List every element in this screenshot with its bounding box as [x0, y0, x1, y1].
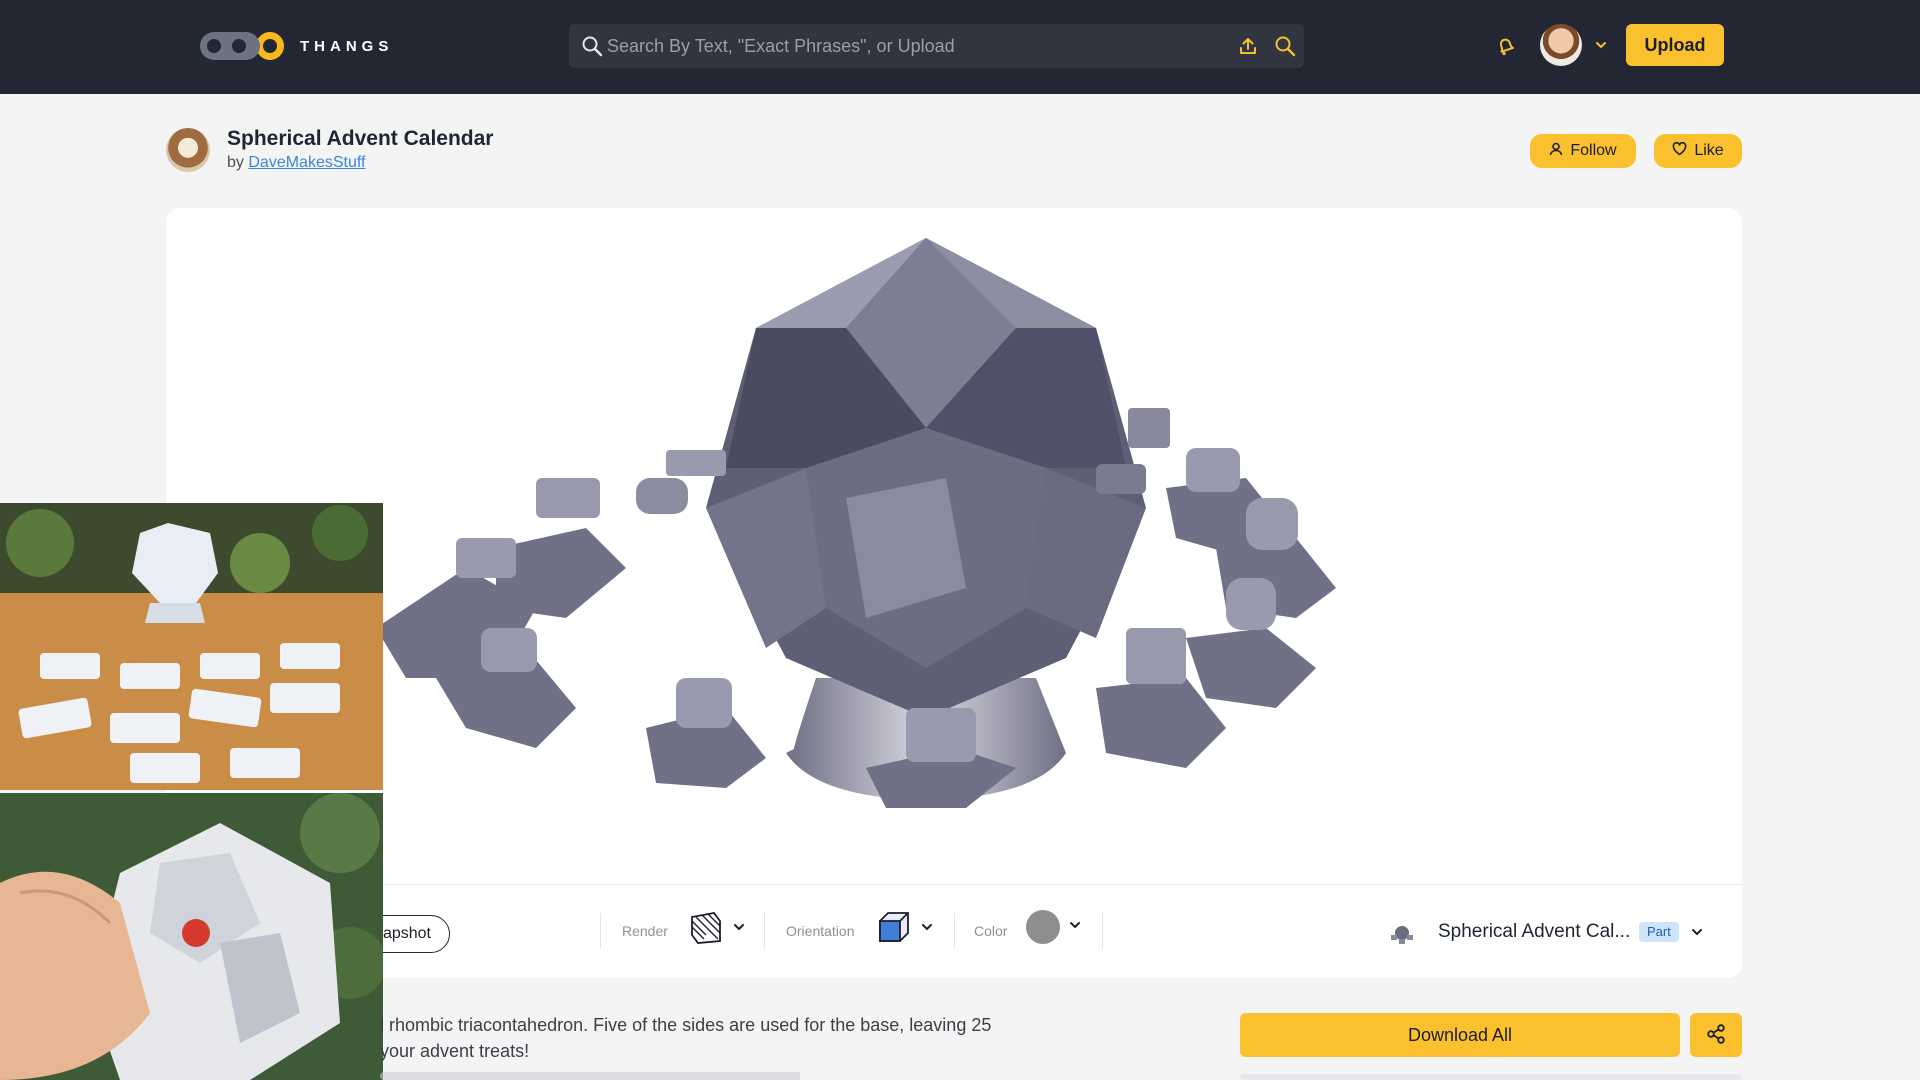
file-list-strip — [1240, 1074, 1742, 1080]
person-icon — [1549, 142, 1563, 161]
toolbar-divider — [764, 913, 765, 949]
render-mode-icon — [688, 909, 724, 950]
toolbar-divider — [1102, 913, 1103, 949]
upload-button[interactable]: Upload — [1626, 24, 1724, 66]
part-name[interactable]: Spherical Advent Cal... — [1438, 921, 1630, 943]
follow-label: Follow — [1570, 142, 1617, 159]
chevron-down-icon[interactable] — [1690, 925, 1704, 944]
like-button[interactable]: Like — [1654, 134, 1742, 168]
cube-icon — [876, 909, 912, 950]
orientation-select[interactable] — [876, 909, 934, 950]
user-avatar[interactable] — [1540, 24, 1582, 66]
description-overflow — [380, 1068, 1100, 1080]
model-title: Spherical Advent Calendar — [227, 127, 494, 150]
description-line: l rhombic triacontahedron. Five of the s… — [380, 1015, 992, 1035]
heart-icon — [1672, 141, 1687, 161]
3d-model-canvas[interactable] — [166, 208, 1742, 884]
thangs-logo[interactable]: THANGS — [200, 30, 393, 62]
model-description: l rhombic triacontahedron. Five of the s… — [380, 1012, 1080, 1064]
creator-avatar[interactable] — [166, 128, 210, 172]
search-icon — [581, 35, 603, 62]
photo-thumbnail[interactable] — [0, 793, 383, 1080]
download-all-button[interactable]: Download All — [1240, 1013, 1680, 1057]
chevron-down-icon — [1068, 918, 1082, 937]
logo-mark — [200, 32, 260, 60]
color-swatch — [1026, 910, 1060, 944]
viewer-toolbar: apshot Render Orientation Color Spherica… — [166, 885, 1742, 978]
chevron-down-icon[interactable] — [1594, 38, 1608, 57]
color-select[interactable] — [1026, 910, 1082, 944]
logo-ring — [256, 32, 284, 60]
part-badge: Part — [1639, 922, 1679, 942]
upload-search-icon[interactable] — [1237, 35, 1259, 62]
chevron-down-icon — [920, 920, 934, 939]
author-link[interactable]: DaveMakesStuff — [248, 154, 365, 171]
share-button[interactable] — [1690, 1013, 1742, 1057]
description-line: your advent treats! — [380, 1041, 530, 1061]
like-label: Like — [1694, 142, 1724, 159]
search-input[interactable] — [607, 24, 1207, 68]
orientation-label: Orientation — [786, 923, 855, 939]
toolbar-divider — [954, 913, 955, 949]
byline: by DaveMakesStuff — [227, 154, 365, 172]
share-icon — [1705, 1023, 1727, 1048]
part-thumbnail-icon — [1388, 921, 1416, 950]
search-bar — [569, 24, 1304, 68]
toolbar-divider — [600, 913, 601, 949]
photo-thumbnail[interactable] — [0, 503, 383, 790]
brand-name: THANGS — [300, 37, 394, 55]
render-select[interactable] — [688, 909, 746, 950]
notification-bell-icon[interactable] — [1495, 34, 1517, 63]
chevron-down-icon — [732, 920, 746, 939]
render-label: Render — [622, 923, 668, 939]
color-label: Color — [974, 923, 1008, 939]
follow-button[interactable]: Follow — [1530, 134, 1636, 168]
byline-prefix: by — [227, 154, 244, 171]
model-viewer: apshot Render Orientation Color Spherica… — [166, 208, 1742, 978]
search-submit-icon[interactable] — [1274, 35, 1296, 62]
top-navigation-bar: THANGS Upload — [0, 0, 1920, 94]
